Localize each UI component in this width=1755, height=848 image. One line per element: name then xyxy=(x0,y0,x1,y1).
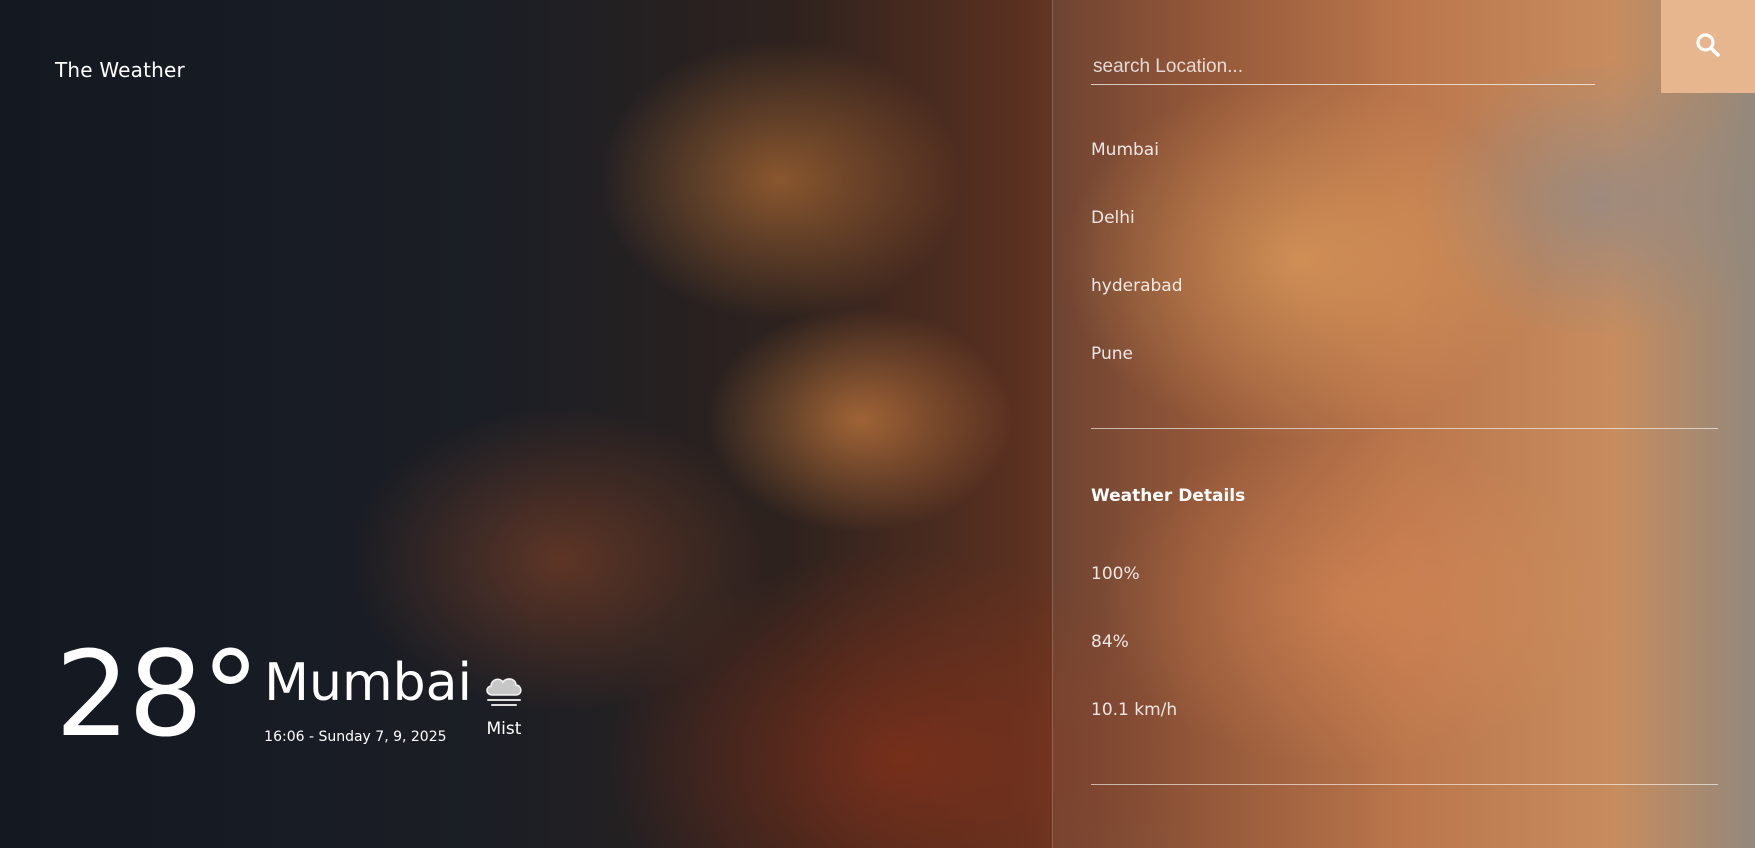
side-panel: Mumbai Delhi hyderabad Pune Weather Deta… xyxy=(1052,0,1755,848)
condition-block: Mist xyxy=(482,671,526,739)
current-weather: 28° Mumbai 16:06 - Sunday 7, 9, 2025 Mis… xyxy=(55,635,526,753)
condition-text: Mist xyxy=(486,719,522,739)
city-block: Mumbai 16:06 - Sunday 7, 9, 2025 xyxy=(264,657,472,745)
location-item-pune[interactable]: Pune xyxy=(1091,344,1183,412)
search-button[interactable] xyxy=(1661,0,1755,93)
brand-title[interactable]: The Weather xyxy=(55,58,185,82)
divider-details xyxy=(1091,784,1718,785)
detail-humidity: 84% xyxy=(1091,632,1129,652)
details-title: Weather Details xyxy=(1091,486,1246,506)
detail-cloudy: 100% xyxy=(1091,564,1140,584)
divider-locations xyxy=(1091,428,1718,429)
date-time: 16:06 - Sunday 7, 9, 2025 xyxy=(264,729,447,745)
search-icon xyxy=(1695,32,1721,61)
search-field-wrap xyxy=(1091,52,1599,85)
location-list: Mumbai Delhi hyderabad Pune xyxy=(1091,140,1183,412)
details-list: 100% 84% 10.1 km/h xyxy=(1091,564,1177,768)
location-item-hyderabad[interactable]: hyderabad xyxy=(1091,276,1183,344)
detail-wind: 10.1 km/h xyxy=(1091,700,1178,720)
location-item-mumbai[interactable]: Mumbai xyxy=(1091,140,1183,208)
location-item-delhi[interactable]: Delhi xyxy=(1091,208,1183,276)
search-input[interactable] xyxy=(1091,52,1599,82)
city-name: Mumbai xyxy=(264,653,472,713)
weather-app: The Weather 28° Mumbai 16:06 - Sunday 7,… xyxy=(0,0,1755,848)
temperature: 28° xyxy=(55,625,260,763)
cloud-mist-icon xyxy=(482,671,526,709)
